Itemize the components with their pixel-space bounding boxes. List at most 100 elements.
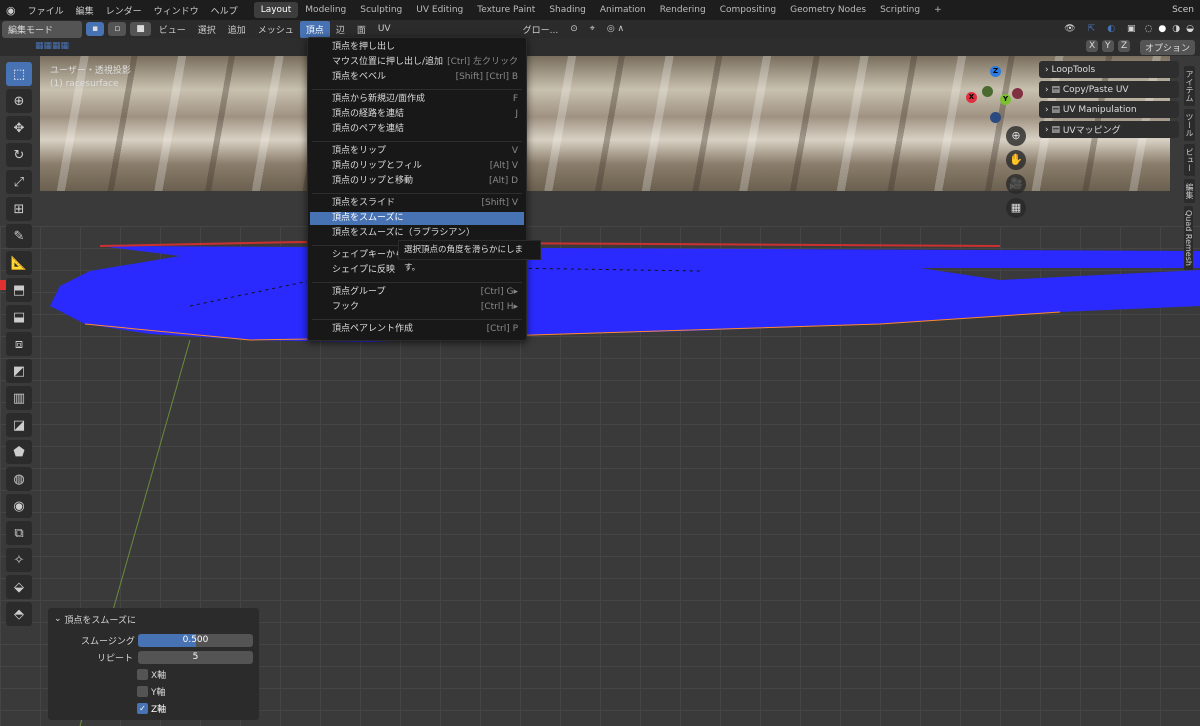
move-tool-icon[interactable]: ✥ — [6, 116, 32, 140]
mirror-y-toggle[interactable]: Y — [1102, 40, 1114, 52]
poly-build-tool-icon[interactable]: ⬟ — [6, 440, 32, 464]
tab-geometry-nodes[interactable]: Geometry Nodes — [783, 2, 873, 18]
rip-tool-icon[interactable]: ⬘ — [6, 602, 32, 626]
extrude-tool-icon[interactable]: ⬓ — [6, 305, 32, 329]
add-cube-tool-icon[interactable]: ⬒ — [6, 278, 32, 302]
redo-panel-header[interactable]: ⌄ 頂点をスムーズに — [48, 612, 259, 626]
tab-rendering[interactable]: Rendering — [653, 2, 713, 18]
blender-logo-icon[interactable]: ◉ — [0, 4, 22, 17]
gizmo-x-axis[interactable]: X — [966, 92, 977, 103]
scene-selector[interactable]: Scen — [1166, 5, 1200, 15]
menu-item-slide-vertices[interactable]: 頂点をスライド [Shift] V — [310, 197, 524, 210]
tab-modeling[interactable]: Modeling — [298, 2, 353, 18]
gizmo-toggle-icon[interactable]: ⇱ — [1082, 24, 1102, 34]
tab-texture-paint[interactable]: Texture Paint — [470, 2, 542, 18]
menu-item-extrude-to-cursor[interactable]: マウス位置に押し出し/追加 [Ctrl] 左クリック — [310, 56, 524, 69]
pan-hand-icon[interactable]: ✋ — [1006, 150, 1026, 170]
tab-compositing[interactable]: Compositing — [713, 2, 783, 18]
face-select-mode-button[interactable]: ■ — [130, 22, 151, 36]
shear-tool-icon[interactable]: ⬙ — [6, 575, 32, 599]
overlay-toggle-icon[interactable]: ◐ — [1101, 24, 1121, 34]
menu-item-smooth-laplacian[interactable]: 頂点をスムーズに（ラプラシアン） — [310, 227, 524, 240]
menu-item-make-vertex-parent[interactable]: 頂点ペアレント作成 [Ctrl] P — [310, 323, 524, 336]
gizmo-y-axis[interactable]: Y — [1000, 94, 1011, 105]
gizmo-neg-z[interactable] — [990, 112, 1001, 123]
menu-item-connect-pairs[interactable]: 頂点のペアを連結 — [310, 123, 524, 136]
gizmo-neg-y[interactable] — [982, 86, 993, 97]
camera-view-icon[interactable]: 🎥 — [1006, 174, 1026, 194]
tab-quad-remesh[interactable]: Quad Remesh — [1184, 206, 1193, 270]
vertex-select-mode-button[interactable]: ▪ — [86, 22, 105, 36]
menu-item-bevel-vertices[interactable]: 頂点をベベル [Shift] [Ctrl] B — [310, 71, 524, 84]
menu-vertex[interactable]: 頂点 — [299, 20, 330, 38]
tab-view[interactable]: ビュー — [1184, 144, 1195, 176]
material-shading-icon[interactable]: ◑ — [1169, 24, 1183, 34]
tab-tool[interactable]: ツール — [1184, 109, 1195, 141]
add-workspace-button[interactable]: + — [927, 2, 949, 18]
menu-item-connect-path[interactable]: 頂点の経路を連結 J — [310, 108, 524, 121]
menu-item-smooth-vertices[interactable]: 頂点をスムーズに — [310, 212, 524, 225]
panel-uv-mapping[interactable]: › ▤ UVマッピング — [1039, 121, 1179, 138]
tab-sculpting[interactable]: Sculpting — [353, 2, 409, 18]
tab-edit[interactable]: 編集 — [1184, 179, 1195, 203]
cursor-tool-icon[interactable]: ⊕ — [6, 89, 32, 113]
menu-help[interactable]: ヘルプ — [205, 4, 244, 17]
shrink-fatten-tool-icon[interactable]: ✧ — [6, 548, 32, 572]
menu-edge[interactable]: 辺 — [330, 21, 351, 38]
menu-mesh[interactable]: メッシュ — [252, 21, 300, 38]
bevel-tool-icon[interactable]: ◩ — [6, 359, 32, 383]
proportional-edit-icon[interactable]: ◎ ∧ — [601, 22, 630, 36]
menu-uv[interactable]: UV — [372, 22, 397, 36]
rotate-tool-icon[interactable]: ↻ — [6, 143, 32, 167]
options-dropdown[interactable]: オプション — [1140, 40, 1196, 55]
y-axis-checkbox[interactable] — [137, 685, 148, 697]
menu-select[interactable]: 選択 — [192, 21, 222, 38]
menu-item-rip-move[interactable]: 頂点のリップと移動 [Alt] D — [310, 175, 524, 188]
menu-item-extrude-vertices[interactable]: 頂点を押し出し — [310, 41, 524, 54]
menu-item-rip-fill[interactable]: 頂点のリップとフィル [Alt] V — [310, 160, 524, 173]
smoothing-slider[interactable]: 0.500 — [138, 633, 253, 647]
visibility-icon[interactable]: 👁 — [1058, 24, 1081, 34]
rendered-shading-icon[interactable]: ◒ — [1183, 24, 1200, 34]
solid-shading-icon[interactable]: ● — [1155, 24, 1169, 34]
tab-item[interactable]: アイテム — [1184, 66, 1195, 106]
select-box-icon[interactable]: ▦▦▦▦ — [35, 41, 69, 51]
menu-add[interactable]: 追加 — [222, 21, 252, 38]
menu-item-vertex-groups[interactable]: 頂点グループ [Ctrl] G▸ — [310, 286, 524, 299]
menu-view[interactable]: ビュー — [153, 21, 192, 38]
tab-scripting[interactable]: Scripting — [873, 2, 927, 18]
tab-animation[interactable]: Animation — [593, 2, 653, 18]
menu-item-new-edge-face[interactable]: 頂点から新規辺/面作成 F — [310, 93, 524, 106]
loop-cut-tool-icon[interactable]: ▥ — [6, 386, 32, 410]
gizmo-z-axis[interactable]: Z — [990, 66, 1001, 77]
ortho-toggle-icon[interactable]: ▦ — [1006, 198, 1026, 218]
menu-window[interactable]: ウィンドウ — [148, 4, 205, 17]
scale-tool-icon[interactable]: ⤢ — [6, 170, 32, 194]
xray-toggle-icon[interactable]: ▣ — [1121, 24, 1142, 34]
gizmo-neg-x[interactable] — [1012, 88, 1023, 99]
repeat-field[interactable]: 5 — [138, 650, 253, 664]
snap-icon[interactable]: ⌖ — [584, 22, 601, 36]
menu-item-rip-vertices[interactable]: 頂点をリップ V — [310, 145, 524, 158]
measure-tool-icon[interactable]: 📐 — [6, 251, 32, 275]
pivot-icon[interactable]: ⊙ — [564, 22, 584, 36]
zoom-icon[interactable]: ⊕ — [1006, 126, 1026, 146]
menu-edit[interactable]: 編集 — [70, 4, 100, 17]
edge-slide-tool-icon[interactable]: ⧉ — [6, 521, 32, 545]
menu-item-hooks[interactable]: フック [Ctrl] H▸ — [310, 301, 524, 314]
panel-uv-manipulation[interactable]: › ▤ UV Manipulation — [1039, 101, 1179, 118]
tab-shading[interactable]: Shading — [542, 2, 593, 18]
panel-copy-paste-uv[interactable]: › ▤ Copy/Paste UV — [1039, 81, 1179, 98]
panel-looptools[interactable]: › LoopTools — [1039, 61, 1179, 78]
z-axis-checkbox[interactable]: ✓ — [137, 702, 148, 714]
mirror-x-toggle[interactable]: X — [1086, 40, 1099, 52]
menu-face[interactable]: 面 — [351, 21, 372, 38]
select-tool-icon[interactable]: ⬚ — [6, 62, 32, 86]
inset-tool-icon[interactable]: ⧈ — [6, 332, 32, 356]
edge-select-mode-button[interactable]: ▫ — [108, 22, 127, 36]
x-axis-checkbox[interactable] — [137, 668, 148, 680]
mode-selector[interactable]: 編集モード — [2, 20, 82, 38]
wireframe-shading-icon[interactable]: ◌ — [1142, 24, 1156, 34]
spin-tool-icon[interactable]: ◍ — [6, 467, 32, 491]
navigation-gizmo[interactable]: Z X Y — [962, 62, 1028, 132]
